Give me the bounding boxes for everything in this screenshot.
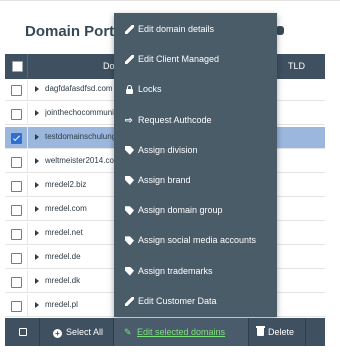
toolbar-divider (305, 318, 306, 346)
menu-item-assign-brand[interactable]: Assign brand (114, 165, 277, 195)
domain-name: jointhechocommuni (45, 108, 114, 117)
tag-icon (125, 266, 134, 276)
expand-caret-icon[interactable] (35, 230, 39, 236)
top-divider (0, 0, 340, 1)
expand-caret-icon[interactable] (35, 110, 39, 116)
select-all-label: Select All (66, 327, 104, 337)
menu-item-label: Assign brand (138, 175, 191, 185)
row-checkbox[interactable] (11, 205, 22, 216)
header-divider (27, 54, 28, 79)
select-all-button[interactable]: + Select All (53, 318, 103, 346)
domain-name: mredel.pl (45, 300, 78, 309)
menu-item-label: Request Authcode (138, 114, 212, 125)
tag-icon (125, 236, 134, 246)
title-badge (276, 26, 284, 35)
column-divider (27, 199, 28, 221)
menu-item-assign-trademarks[interactable]: Assign trademarks (114, 256, 277, 286)
toggle-selection-button[interactable] (5, 318, 39, 346)
row-checkbox[interactable] (11, 301, 22, 312)
menu-item-label: Assign division (138, 144, 198, 155)
column-divider (27, 79, 28, 101)
column-header-domain[interactable]: Do (103, 61, 115, 71)
menu-item-label: Edit domain details (138, 24, 215, 34)
menu-item-label: Assign social media accounts (138, 235, 257, 246)
page-title: Domain Portfo (25, 23, 129, 40)
domain-name: mredel.com (45, 204, 87, 213)
pencil-icon: ✎ (124, 327, 132, 337)
menu-item-label: Edit Customer Data (138, 295, 217, 306)
menu-item-label: Assign trademarks (138, 265, 213, 276)
row-checkbox[interactable] (11, 109, 22, 120)
tag-icon (125, 176, 134, 185)
delete-button[interactable]: Delete (256, 318, 295, 346)
grid-footer-toolbar: + Select All ✎ Edit selected domains Dele… (5, 318, 325, 346)
column-divider (27, 103, 28, 125)
square-icon (19, 328, 27, 336)
row-checkbox[interactable] (11, 133, 22, 144)
expand-caret-icon[interactable] (35, 302, 39, 308)
edit-selected-domains-button[interactable]: ✎ Edit selected domains (114, 318, 248, 346)
domain-name: mredel.dk (45, 276, 81, 285)
domain-name: mredel.net (45, 228, 83, 237)
column-divider (27, 271, 28, 293)
domain-name: mredel.de (45, 252, 81, 261)
menu-item-edit-domain-details[interactable]: Edit domain details (114, 14, 277, 44)
delete-label: Delete (268, 327, 295, 337)
pencil-icon (125, 296, 134, 306)
menu-item-label: Locks (138, 84, 162, 95)
menu-item-label: Edit Client Managed (138, 54, 220, 65)
lock-icon (125, 85, 134, 95)
menu-item-locks[interactable]: Locks (114, 74, 277, 104)
code-icon: ⇨ (125, 114, 133, 125)
menu-item-assign-social-media-accounts[interactable]: Assign social media accounts (114, 225, 277, 255)
menu-item-assign-division[interactable]: Assign division (114, 135, 277, 165)
expand-caret-icon[interactable] (35, 182, 39, 188)
bulk-actions-menu: Edit domain details Edit Client Managed Lo… (114, 13, 277, 317)
domain-name: testdomainschulung (45, 132, 117, 141)
toolbar-divider (248, 318, 249, 346)
expand-caret-icon[interactable] (35, 278, 39, 284)
menu-item-label: Assign domain group (138, 205, 223, 216)
pencil-icon (125, 25, 134, 34)
menu-item-request-authcode[interactable]: ⇨ Request Authcode (114, 105, 277, 135)
tag-icon (125, 206, 134, 216)
column-header-tld[interactable]: TLD (288, 61, 305, 71)
row-checkbox[interactable] (11, 157, 22, 168)
row-checkbox[interactable] (11, 277, 22, 288)
domain-name: dagfdafasdfsd.com (45, 84, 113, 93)
toolbar-divider (39, 318, 40, 346)
row-checkbox[interactable] (11, 229, 22, 240)
row-checkbox[interactable] (11, 85, 22, 96)
row-checkbox[interactable] (11, 181, 22, 192)
expand-caret-icon[interactable] (35, 206, 39, 212)
column-divider (27, 247, 28, 269)
trash-icon (256, 326, 265, 336)
row-checkbox[interactable] (11, 253, 22, 264)
menu-item-assign-domain-group[interactable]: Assign domain group (114, 195, 277, 225)
expand-caret-icon[interactable] (35, 254, 39, 260)
expand-caret-icon[interactable] (35, 86, 39, 92)
column-divider (27, 151, 28, 173)
expand-caret-icon[interactable] (35, 158, 39, 164)
select-all-checkbox[interactable] (12, 61, 23, 72)
domain-name: mredel2.biz (45, 180, 87, 189)
menu-item-edit-customer-data[interactable]: Edit Customer Data (114, 286, 277, 316)
domain-name: weltmeister2014.co (45, 156, 114, 165)
plus-circle-icon: + (53, 329, 62, 338)
expand-caret-icon[interactable] (35, 134, 39, 140)
pencil-icon (125, 55, 134, 65)
column-divider (27, 175, 28, 197)
column-divider (27, 127, 28, 149)
menu-item-edit-client-managed[interactable]: Edit Client Managed (114, 44, 277, 74)
column-divider (27, 295, 28, 317)
tag-icon (125, 145, 134, 155)
edit-selected-label: Edit selected domains (137, 327, 226, 337)
column-divider (27, 223, 28, 245)
